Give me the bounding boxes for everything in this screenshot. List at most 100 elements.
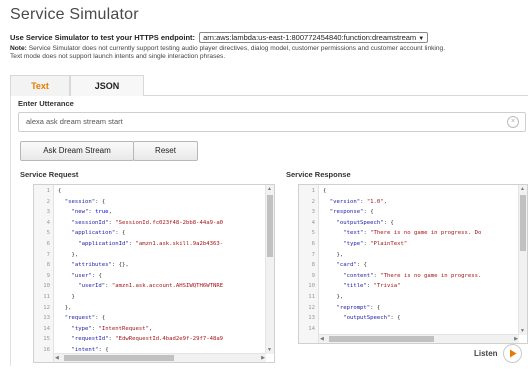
code-line: "applicationId": "amzn1.ask.skill.9a2b43…: [78, 241, 224, 247]
clear-circle-icon[interactable]: ×: [507, 116, 519, 128]
note-label: Note:: [10, 45, 27, 52]
service-response-label: Service Response: [286, 170, 351, 179]
line-number: 2: [311, 198, 315, 205]
scrollbar-thumb[interactable]: [267, 195, 273, 257]
code-line: },: [336, 294, 344, 300]
line-number: 11: [43, 294, 50, 300]
service-response-editor[interactable]: 1 2 3 4 5 6 7 8 9 10 11 12 13 14 { "version": "1.0", …: [298, 184, 528, 344]
line-number: 4: [46, 219, 50, 226]
line-number: 8: [311, 262, 315, 269]
listen-label: Listen: [474, 349, 498, 358]
scroll-down-icon[interactable]: ▼: [267, 347, 272, 353]
reset-button[interactable]: Reset: [133, 141, 198, 161]
simulator-note: Note: Service Simulator does not current…: [10, 45, 528, 61]
note-line-2: Text mode does not support launch intent…: [10, 53, 226, 60]
utterance-value: alexa ask dream stream start: [26, 117, 123, 126]
code-line: "userId": "amzn1.ask.account.AHSIWQTH6WT…: [78, 283, 224, 290]
service-request-editor[interactable]: 1 2 3 4 5 6 7 8 9 10 11 12 13 14 15 16 { "session": { "…: [33, 184, 275, 363]
play-icon: [510, 349, 517, 358]
code-line: "new": true,: [71, 209, 112, 216]
line-number: 3: [311, 209, 315, 216]
code-line: "outputSpeech": {: [343, 315, 401, 322]
note-line-1: Service Simulator does not currently sup…: [28, 45, 446, 52]
line-number: 6: [311, 241, 315, 247]
endpoint-select[interactable]: arn:aws:lambda:us-east-1:800772454840:fu…: [199, 32, 429, 43]
line-number: 2: [46, 198, 50, 205]
code-line: "request": {: [64, 315, 106, 322]
scroll-down-icon[interactable]: ▼: [520, 328, 525, 334]
code-line: },: [64, 304, 72, 311]
endpoint-label: Use Service Simulator to test your HTTPS…: [10, 33, 196, 42]
scrollbar-thumb[interactable]: [64, 355, 174, 361]
code-line: "user": {: [71, 272, 102, 279]
scroll-left-icon[interactable]: ◀: [320, 336, 324, 342]
line-number: 8: [46, 262, 50, 269]
line-number-gutter: 1 2 3 4 5 6 7 8 9 10 11 12 13 14 15 16: [34, 185, 54, 362]
line-number: 9: [46, 272, 50, 279]
utterance-input[interactable]: alexa ask dream stream start ×: [18, 112, 526, 132]
line-number: 13: [308, 315, 315, 322]
line-number: 3: [46, 209, 50, 216]
code-line: "session": {: [64, 198, 106, 205]
line-number: 14: [43, 325, 50, 332]
code-line: "type": "IntentRequest",: [71, 325, 153, 332]
code-line: {: [323, 188, 327, 194]
endpoint-value: arn:aws:lambda:us-east-1:800772454840:fu…: [203, 33, 417, 42]
scroll-up-icon[interactable]: ▲: [267, 186, 272, 192]
code-line: "card": {: [336, 262, 367, 269]
scrollbar-thumb[interactable]: [520, 195, 526, 251]
listen-button[interactable]: [503, 344, 522, 363]
line-number: 12: [43, 304, 50, 311]
line-number: 5: [311, 230, 315, 237]
code-line: "type": "PlainText": [343, 241, 408, 247]
code-line: "content": "There is no game in progress…: [343, 272, 482, 279]
code-line: "version": "1.0",: [329, 198, 388, 205]
line-number: 1: [46, 188, 50, 194]
line-number: 7: [311, 251, 315, 258]
code-line: "sessionId": "SessionId.fc023f48-2bb8-44…: [71, 219, 224, 226]
vertical-scrollbar[interactable]: ▲ ▼: [265, 185, 274, 354]
line-number: 6: [46, 241, 50, 247]
code-line: "reprompt": {: [336, 304, 381, 311]
tab-json[interactable]: JSON: [70, 75, 144, 96]
caret-down-icon: ▼: [418, 36, 425, 42]
line-number: 10: [43, 283, 50, 290]
code-line: "response": {: [329, 209, 374, 216]
scroll-left-icon[interactable]: ◀: [55, 355, 59, 361]
code-line: }: [71, 294, 75, 300]
code-line: "application": {: [71, 230, 126, 237]
page-title: Service Simulator: [10, 6, 139, 23]
horizontal-scrollbar[interactable]: ◀ ▶: [54, 353, 266, 362]
line-number: 13: [43, 315, 50, 322]
line-number: 16: [43, 347, 50, 353]
tab-text[interactable]: Text: [10, 75, 70, 96]
vertical-scrollbar[interactable]: ▲ ▼: [518, 185, 527, 335]
endpoint-row: Use Service Simulator to test your HTTPS…: [10, 32, 429, 43]
line-number: 9: [311, 272, 315, 279]
line-number: 15: [43, 336, 50, 343]
scrollbar-thumb[interactable]: [329, 336, 434, 342]
horizontal-scrollbar[interactable]: ◀ ▶: [319, 334, 519, 343]
line-number: 1: [311, 188, 315, 194]
code-line: "attributes": {},: [71, 262, 129, 269]
code-line: },: [336, 251, 344, 258]
scroll-right-icon[interactable]: ▶: [514, 336, 518, 342]
service-request-label: Service Request: [20, 170, 79, 179]
scroll-up-icon[interactable]: ▲: [520, 186, 525, 192]
code-line: "outputSpeech": {: [336, 219, 394, 226]
line-number: 14: [308, 325, 315, 332]
code-line: {: [58, 188, 62, 194]
line-number: 11: [308, 294, 315, 300]
ask-dream-stream-button[interactable]: Ask Dream Stream: [20, 141, 134, 161]
code-line: },: [71, 251, 79, 258]
line-number: 10: [308, 283, 315, 290]
code-line: "text": "There is no game in progress. D…: [343, 230, 482, 237]
line-number: 12: [308, 304, 315, 311]
utterance-label: Enter Utterance: [18, 99, 74, 108]
scroll-right-icon[interactable]: ▶: [261, 355, 265, 361]
line-number: 7: [46, 251, 50, 258]
code-line: "requestId": "EdwRequestId.4bad2e9f-29f7…: [71, 336, 224, 343]
line-number: 4: [311, 219, 315, 226]
line-number-gutter: 1 2 3 4 5 6 7 8 9 10 11 12 13 14: [299, 185, 319, 343]
code-line: "title": "Trivia": [343, 283, 401, 290]
